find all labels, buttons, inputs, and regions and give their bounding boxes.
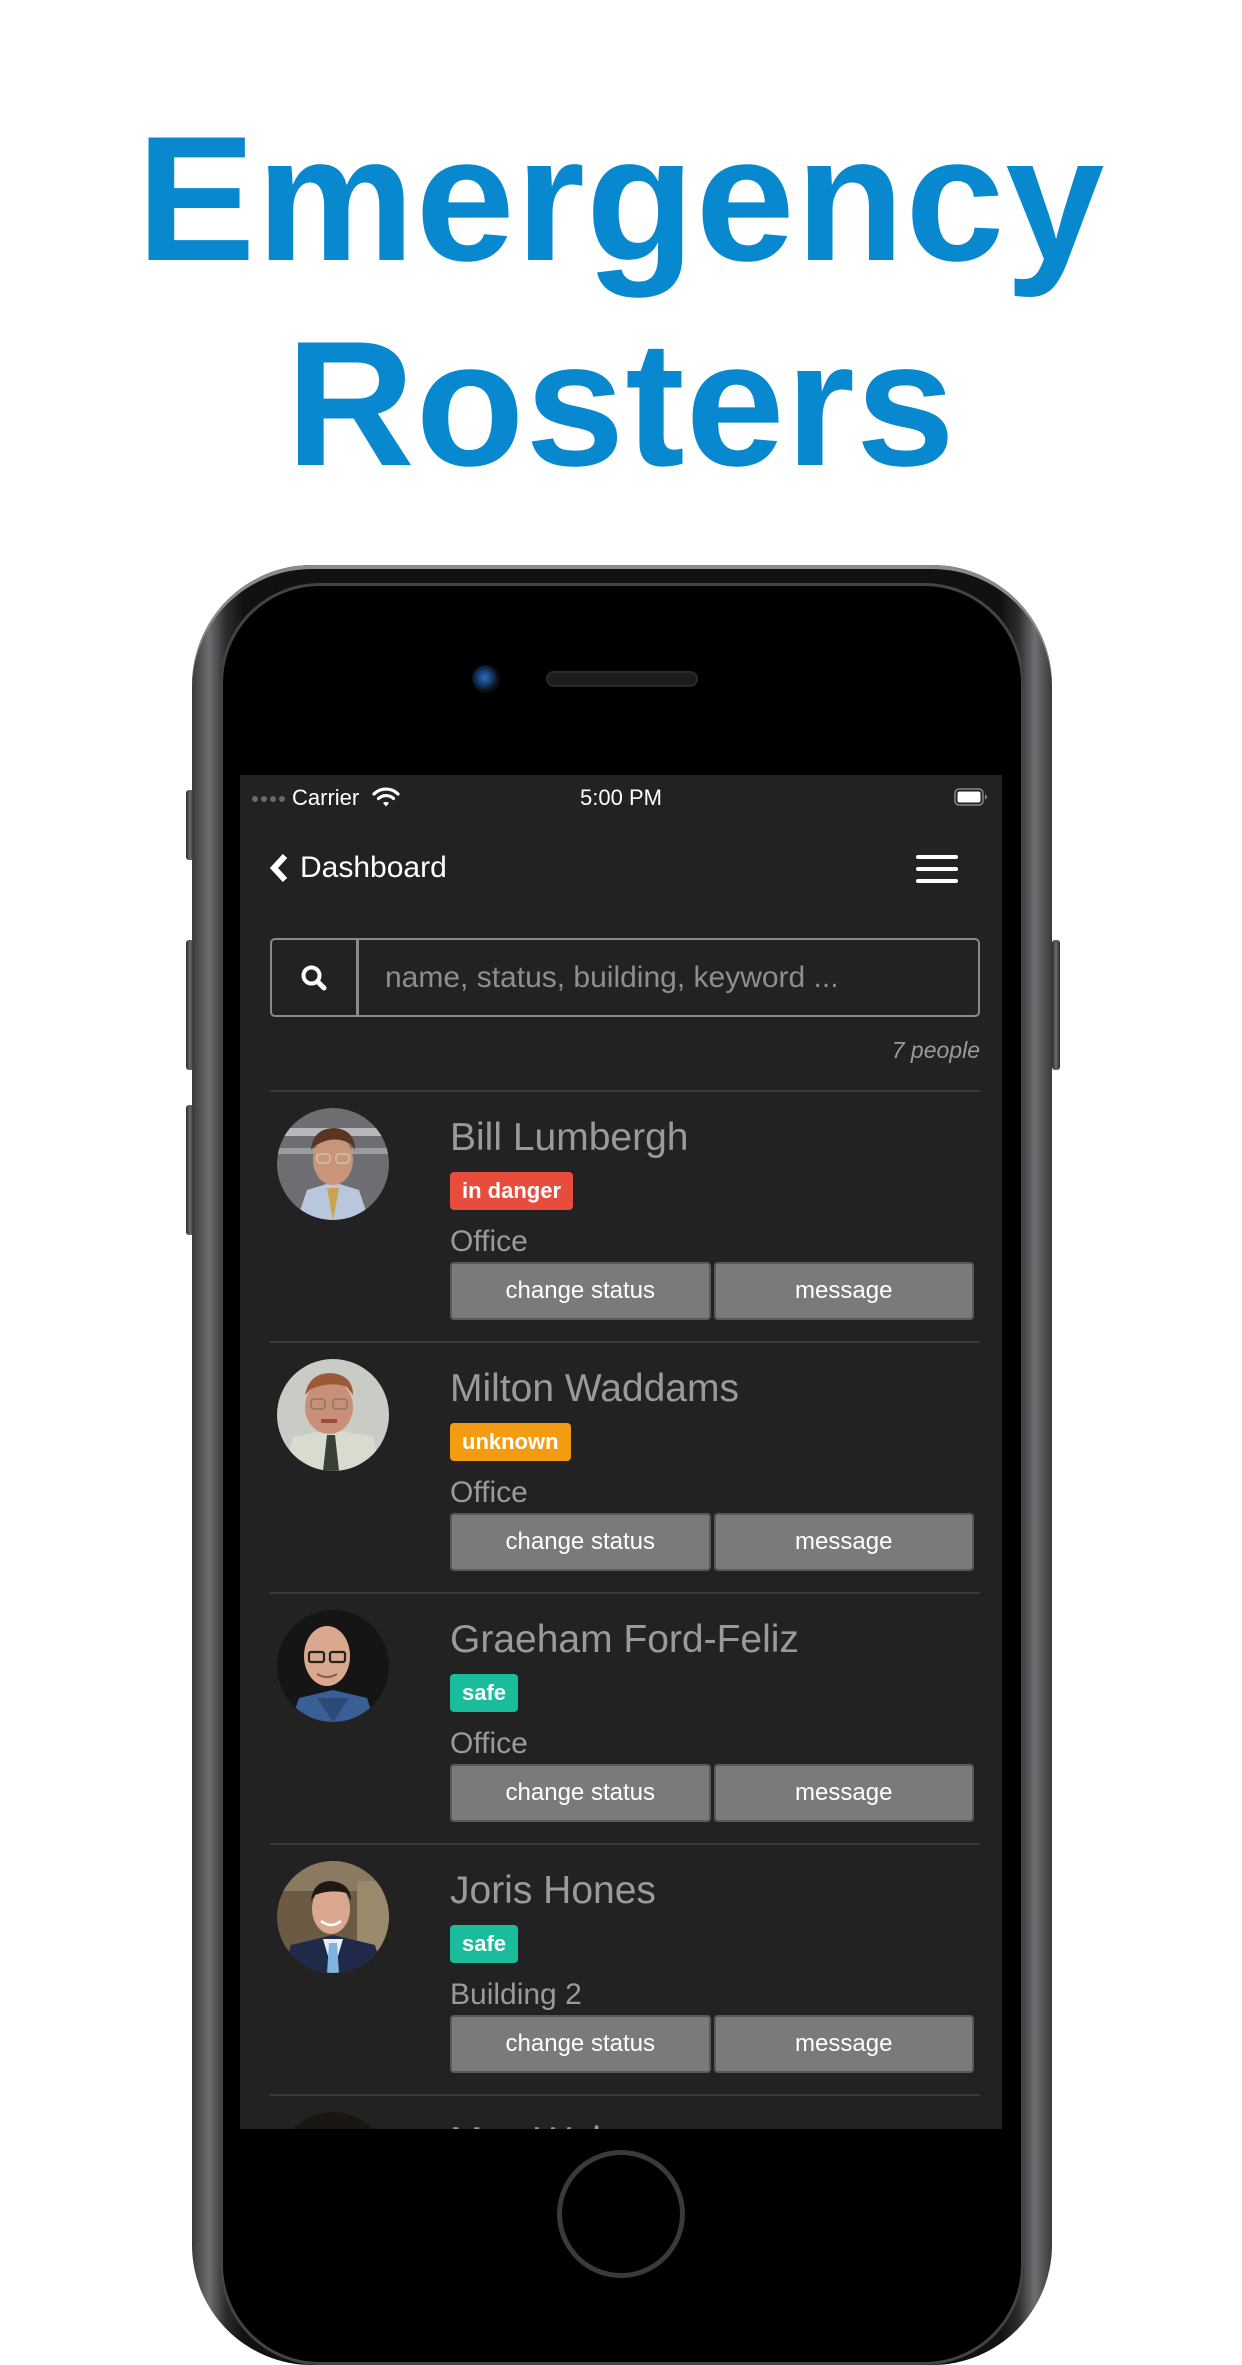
avatar [277, 1861, 389, 1973]
person-name[interactable]: Graeham Ford-Feliz [450, 1618, 799, 1662]
person-row: Milton Waddams unknown Office change sta… [270, 1341, 980, 1592]
change-status-button[interactable]: change status [450, 1262, 711, 1320]
change-status-button[interactable]: change status [450, 1513, 711, 1571]
headline-line-2: Rosters [286, 304, 956, 503]
volume-down-button [186, 1105, 194, 1235]
people-list: Bill Lumbergh in danger Office change st… [270, 1090, 980, 2129]
message-button[interactable]: message [713, 1513, 974, 1571]
app-screen: Carrier 5:00 PM Dashboard name, status, … [240, 775, 1002, 2129]
avatar [277, 1359, 389, 1471]
building-label: Office [450, 1727, 528, 1760]
person-name[interactable]: Joris Hones [450, 1869, 656, 1913]
earpiece-speaker [546, 671, 698, 687]
message-button[interactable]: message [713, 2015, 974, 2073]
front-camera [472, 665, 500, 693]
status-badge: unknown [450, 1423, 571, 1461]
building-label: Office [450, 1476, 528, 1509]
status-badge: safe [450, 1925, 519, 1963]
person-name[interactable]: Bill Lumbergh [450, 1116, 688, 1160]
change-status-button[interactable]: change status [450, 1764, 711, 1822]
person-name[interactable]: Milton Waddams [450, 1367, 739, 1411]
status-bar: Carrier 5:00 PM [240, 775, 1002, 821]
search-icon [301, 965, 327, 990]
search-bar [270, 938, 980, 1017]
building-label: Building 2 [450, 1978, 582, 2011]
chevron-left-icon [270, 854, 288, 882]
search-input[interactable] [359, 940, 978, 1015]
person-name[interactable]: Max Weber [450, 2120, 649, 2129]
person-row: Joris Hones safe Building 2 change statu… [270, 1843, 980, 2094]
back-label: Dashboard [300, 851, 447, 884]
message-button[interactable]: message [713, 1764, 974, 1822]
person-row: Graeham Ford-Feliz safe Office change st… [270, 1592, 980, 1843]
power-button [1052, 940, 1060, 1070]
change-status-button[interactable]: change status [450, 2015, 711, 2073]
person-row: Bill Lumbergh in danger Office change st… [270, 1090, 980, 1341]
battery-icon [954, 788, 988, 806]
person-row: Max Weber [270, 2094, 980, 2129]
status-badge: safe [450, 1674, 519, 1712]
people-count: 7 people [891, 1037, 980, 1063]
clock: 5:00 PM [580, 785, 662, 810]
back-button[interactable]: Dashboard [270, 851, 447, 885]
mute-switch [186, 790, 194, 860]
message-button[interactable]: message [713, 1262, 974, 1320]
building-label: Office [450, 1225, 528, 1258]
home-button [557, 2150, 685, 2278]
avatar [277, 2112, 389, 2129]
avatar [277, 1108, 389, 1220]
hamburger-menu-icon[interactable] [916, 855, 958, 885]
nav-bar: Dashboard [240, 821, 1002, 917]
avatar [277, 1610, 389, 1722]
status-badge: in danger [450, 1172, 574, 1210]
headline-line-1: Emergency [136, 99, 1106, 298]
volume-up-button [186, 940, 194, 1070]
search-button[interactable] [272, 940, 359, 1015]
